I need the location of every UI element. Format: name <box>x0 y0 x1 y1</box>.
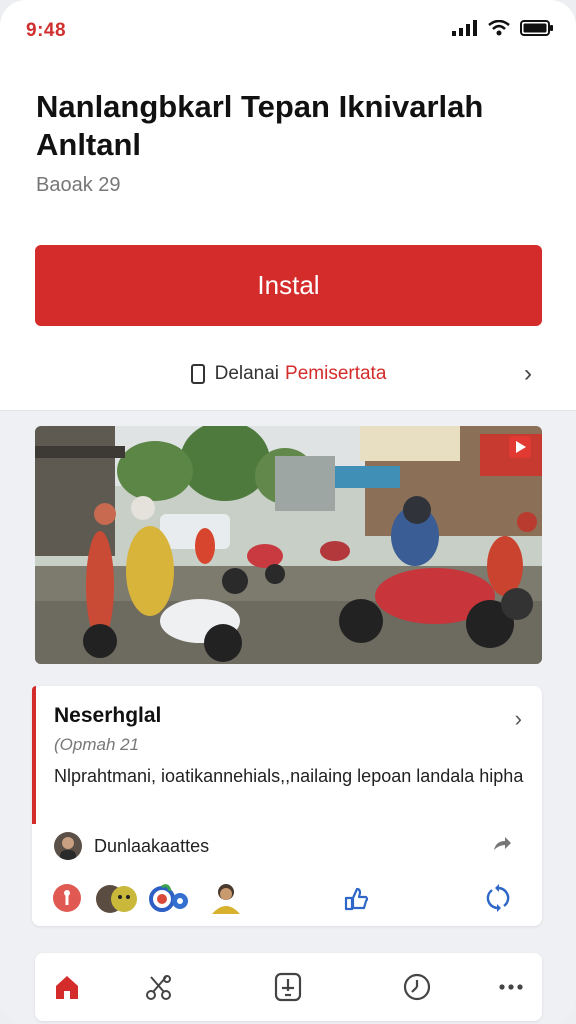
share-icon[interactable] <box>490 832 514 856</box>
app-header-section: 9:48 Nanlangbkarl Tepan Iknivarlah Anlta… <box>0 0 576 411</box>
download-box-icon <box>274 972 302 1002</box>
status-icons <box>452 20 554 36</box>
nav-home[interactable] <box>49 969 85 1005</box>
thumbs-up-icon[interactable] <box>342 884 370 912</box>
more-icon <box>499 984 523 990</box>
chevron-right-icon[interactable]: › <box>524 360 532 388</box>
chat-reaction-icon[interactable] <box>148 881 194 915</box>
status-bar: 9:48 <box>0 0 576 60</box>
details-link-row[interactable]: Delanai Pemisertata › <box>35 356 542 392</box>
refresh-icon[interactable] <box>484 884 512 912</box>
clock-icon <box>403 973 431 1001</box>
nav-more[interactable] <box>493 969 529 1005</box>
card-author[interactable]: Dunlaakaattes <box>54 832 209 860</box>
person-reaction-icon[interactable] <box>208 880 244 916</box>
card-body: Nlprahtmani, ioatikannehials,,nailaing l… <box>54 766 524 786</box>
scissors-icon <box>146 975 171 1000</box>
app-subtitle: Baoak 29 <box>36 174 121 196</box>
author-name: Dunlaakaattes <box>94 835 210 856</box>
app-screen: 9:48 Nanlangbkarl Tepan Iknivarlah Anlta… <box>0 0 576 1024</box>
details-prefix: Delanai <box>214 363 280 384</box>
street-photo[interactable] <box>35 426 542 664</box>
card-accent-bar <box>32 686 36 824</box>
card-date: (Opmah 21 <box>54 735 140 754</box>
phone-icon <box>190 364 205 384</box>
heart-reaction-icon[interactable] <box>52 883 82 913</box>
wifi-icon <box>488 20 510 36</box>
street-scene-image <box>35 426 542 664</box>
avatar <box>54 832 82 860</box>
app-title: Nanlangbkarl Tepan Iknivarlah Anltanl <box>36 89 484 162</box>
nav-history[interactable] <box>399 969 435 1005</box>
face-reaction-icon[interactable] <box>94 881 140 915</box>
status-time: 9:48 <box>26 20 67 41</box>
card-title: Neserhglal <box>54 704 162 727</box>
news-card[interactable]: Neserhglal (Opmah 21 Nlprahtmani, ioatik… <box>32 686 542 926</box>
reactions-row[interactable] <box>52 880 244 916</box>
signal-icon <box>452 20 477 36</box>
nav-downloads[interactable] <box>270 969 306 1005</box>
details-link[interactable]: Pemisertata <box>285 363 386 385</box>
bottom-navigation <box>35 953 542 1021</box>
nav-edit[interactable] <box>140 969 176 1005</box>
chevron-right-icon[interactable]: › <box>515 706 522 732</box>
battery-icon <box>520 20 553 36</box>
home-icon <box>56 976 78 999</box>
install-button[interactable]: Instal <box>35 245 542 326</box>
